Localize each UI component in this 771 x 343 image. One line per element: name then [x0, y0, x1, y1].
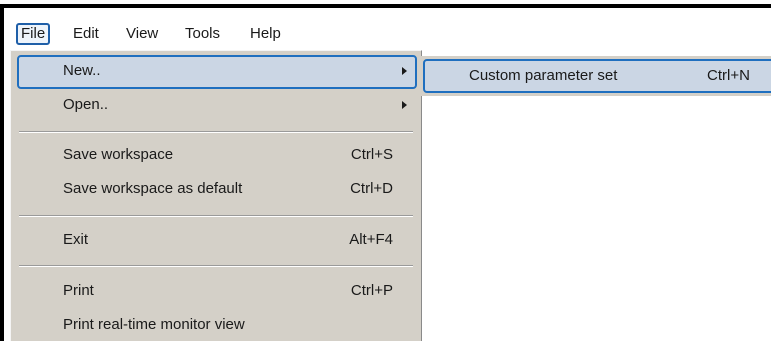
menu-item-print[interactable]: Print Ctrl+P	[17, 275, 417, 309]
submenu-item-custom-parameter-set-label: Custom parameter set	[469, 67, 618, 84]
shortcut-ctrl-n: Ctrl+N	[707, 67, 750, 84]
shortcut-ctrl-s: Ctrl+S	[350, 146, 393, 163]
menu-bar: File Edit View Tools Help	[4, 8, 771, 46]
menu-item-save-workspace[interactable]: Save workspace Ctrl+S	[17, 139, 417, 173]
menu-separator	[19, 215, 413, 217]
menu-item-new[interactable]: New..	[17, 55, 417, 89]
menu-item-exit[interactable]: Exit Alt+F4	[17, 224, 417, 258]
menu-item-print-monitor[interactable]: Print real-time monitor view	[17, 309, 417, 343]
menu-edit[interactable]: Edit	[70, 23, 102, 45]
menu-file[interactable]: File	[16, 23, 51, 45]
menu-item-new-label: New..	[63, 62, 101, 79]
menu-item-save-workspace-label: Save workspace	[63, 146, 174, 163]
file-dropdown-menu: New.. Open.. Save workspace Ctrl+S Save …	[10, 50, 422, 341]
submenu-item-custom-parameter-set[interactable]: Custom parameter set Ctrl+N	[423, 59, 771, 93]
menu-tools[interactable]: Tools	[182, 23, 223, 45]
shortcut-ctrl-p: Ctrl+P	[350, 282, 393, 299]
menu-separator	[19, 265, 413, 267]
shortcut-ctrl-d: Ctrl+D	[350, 180, 393, 197]
menu-item-open[interactable]: Open..	[17, 89, 417, 123]
menu-item-print-monitor-label: Print real-time monitor view	[63, 316, 245, 333]
menu-item-print-label: Print	[63, 282, 94, 299]
menu-help[interactable]: Help	[247, 23, 284, 45]
submenu-arrow-icon	[402, 101, 407, 109]
submenu-arrow-icon	[402, 67, 407, 75]
menu-separator	[19, 131, 413, 133]
shortcut-alt-f4: Alt+F4	[349, 231, 393, 248]
menu-view[interactable]: View	[123, 23, 161, 45]
new-submenu: Custom parameter set Ctrl+N	[420, 56, 771, 96]
menu-item-save-workspace-default-label: Save workspace as default	[63, 180, 243, 197]
menu-item-exit-label: Exit	[63, 231, 89, 248]
menu-item-open-label: Open..	[63, 96, 109, 113]
window-frame-left	[0, 4, 4, 341]
menu-item-save-workspace-default[interactable]: Save workspace as default Ctrl+D	[17, 173, 417, 207]
